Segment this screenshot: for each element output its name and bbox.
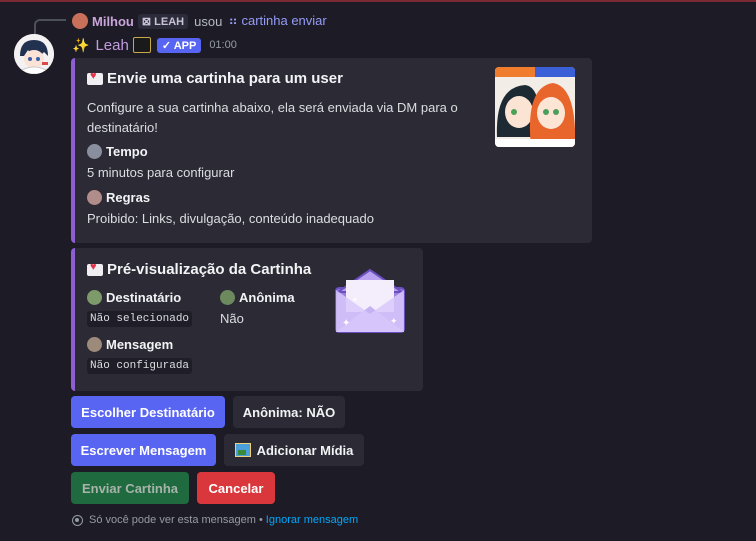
envelope-icon: ✦ ✦ ✦ — [330, 262, 410, 337]
add-media-label: Adicionar Mídia — [256, 442, 354, 458]
anime-characters-illustration — [495, 67, 575, 147]
send-letter-button[interactable]: Enviar Cartinha — [71, 472, 189, 504]
footer-separator: • — [258, 514, 263, 526]
reply-action-text: usou — [194, 13, 223, 29]
character-icon — [87, 290, 102, 305]
app-badge-label: APP — [173, 39, 197, 52]
shopping-bag-icon — [132, 37, 151, 53]
reply-user-tag: ⊠ LEAH — [137, 13, 189, 29]
preview-embed-title: Pré-visualização da Cartinha — [87, 261, 311, 278]
field-anonymous-label: Anônima — [239, 290, 295, 305]
field-rules-label: Regras — [106, 190, 151, 205]
avatar-illustration — [14, 34, 54, 74]
message-header: ✨ Leah ✓ APP 01:00 — [72, 35, 237, 55]
timestamp[interactable]: 01:00 — [209, 39, 237, 51]
info-embed-title-text: Envie uma cartinha para um user — [107, 70, 343, 87]
svg-text:✦: ✦ — [342, 318, 350, 329]
bot-avatar[interactable] — [14, 34, 54, 74]
character-icon — [87, 190, 102, 205]
add-media-button[interactable]: Adicionar Mídia — [224, 434, 364, 466]
info-embed-description: Configure a sua cartinha abaixo, ela ser… — [87, 100, 458, 135]
check-icon: ✓ — [161, 39, 172, 52]
field-anonymous-value: Não — [220, 311, 244, 326]
field-recipient-value: Não selecionado — [87, 311, 193, 327]
reply-avatar[interactable] — [72, 13, 88, 29]
cancel-button[interactable]: Cancelar — [197, 472, 275, 504]
anonymous-toggle-button[interactable]: Anônima: NÃO — [233, 396, 345, 428]
command-link[interactable]: ⠶ cartinha enviar — [228, 13, 326, 29]
reply-tag-text: LEAH — [154, 15, 185, 28]
dismiss-message-link[interactable]: Ignorar mensagem — [266, 514, 358, 526]
author-name[interactable]: Leah — [95, 37, 128, 54]
love-letter-icon — [87, 261, 103, 276]
field-recipient-name: Destinatário — [87, 290, 181, 305]
sparkle-icon: ✨ — [72, 36, 90, 53]
write-message-button[interactable]: Escrever Mensagem — [71, 434, 216, 466]
ephemeral-notice: Só você pode ver esta mensagem • Ignorar… — [72, 513, 358, 527]
love-letter-icon — [87, 70, 103, 85]
reply-spine — [34, 19, 66, 35]
ephemeral-notice-text: Só você pode ver esta mensagem — [89, 514, 256, 526]
character-icon — [87, 144, 102, 159]
field-rules-name: Regras — [87, 190, 150, 205]
choose-recipient-button[interactable]: Escolher Destinatário — [71, 396, 225, 428]
field-anonymous-name: Anônima — [220, 290, 295, 305]
svg-text:✦: ✦ — [390, 317, 398, 327]
embed-thumbnail-image[interactable] — [495, 67, 575, 147]
field-time-label: Tempo — [106, 144, 148, 159]
preview-embed: Pré-visualização da Cartinha Destinatári… — [71, 248, 423, 391]
svg-text:✦: ✦ — [352, 296, 358, 304]
top-divider-line — [0, 0, 756, 2]
character-icon — [87, 337, 102, 352]
field-message-name: Mensagem — [87, 337, 173, 352]
character-icon — [220, 290, 235, 305]
app-badge: ✓ APP — [156, 37, 202, 53]
field-time-name: Tempo — [87, 144, 148, 159]
field-message-label: Mensagem — [106, 337, 174, 352]
preview-embed-title-text: Pré-visualização da Cartinha — [107, 261, 312, 278]
reply-context[interactable]: Milhou ⊠ LEAH usou ⠶ cartinha enviar — [72, 12, 327, 30]
info-embed: Envie uma cartinha para um user Configur… — [71, 58, 592, 243]
field-rules-value: Proibido: Links, divulgação, conteúdo in… — [87, 211, 374, 226]
field-time-value: 5 minutos para configurar — [87, 165, 235, 180]
command-name[interactable]: cartinha enviar — [241, 13, 326, 28]
field-recipient-label: Destinatário — [106, 290, 182, 305]
info-embed-title: Envie uma cartinha para um user — [87, 70, 343, 87]
reply-username[interactable]: Milhou — [92, 14, 134, 29]
eye-icon — [72, 514, 83, 526]
picture-icon — [234, 443, 251, 457]
field-message-value: Não configurada — [87, 358, 193, 374]
